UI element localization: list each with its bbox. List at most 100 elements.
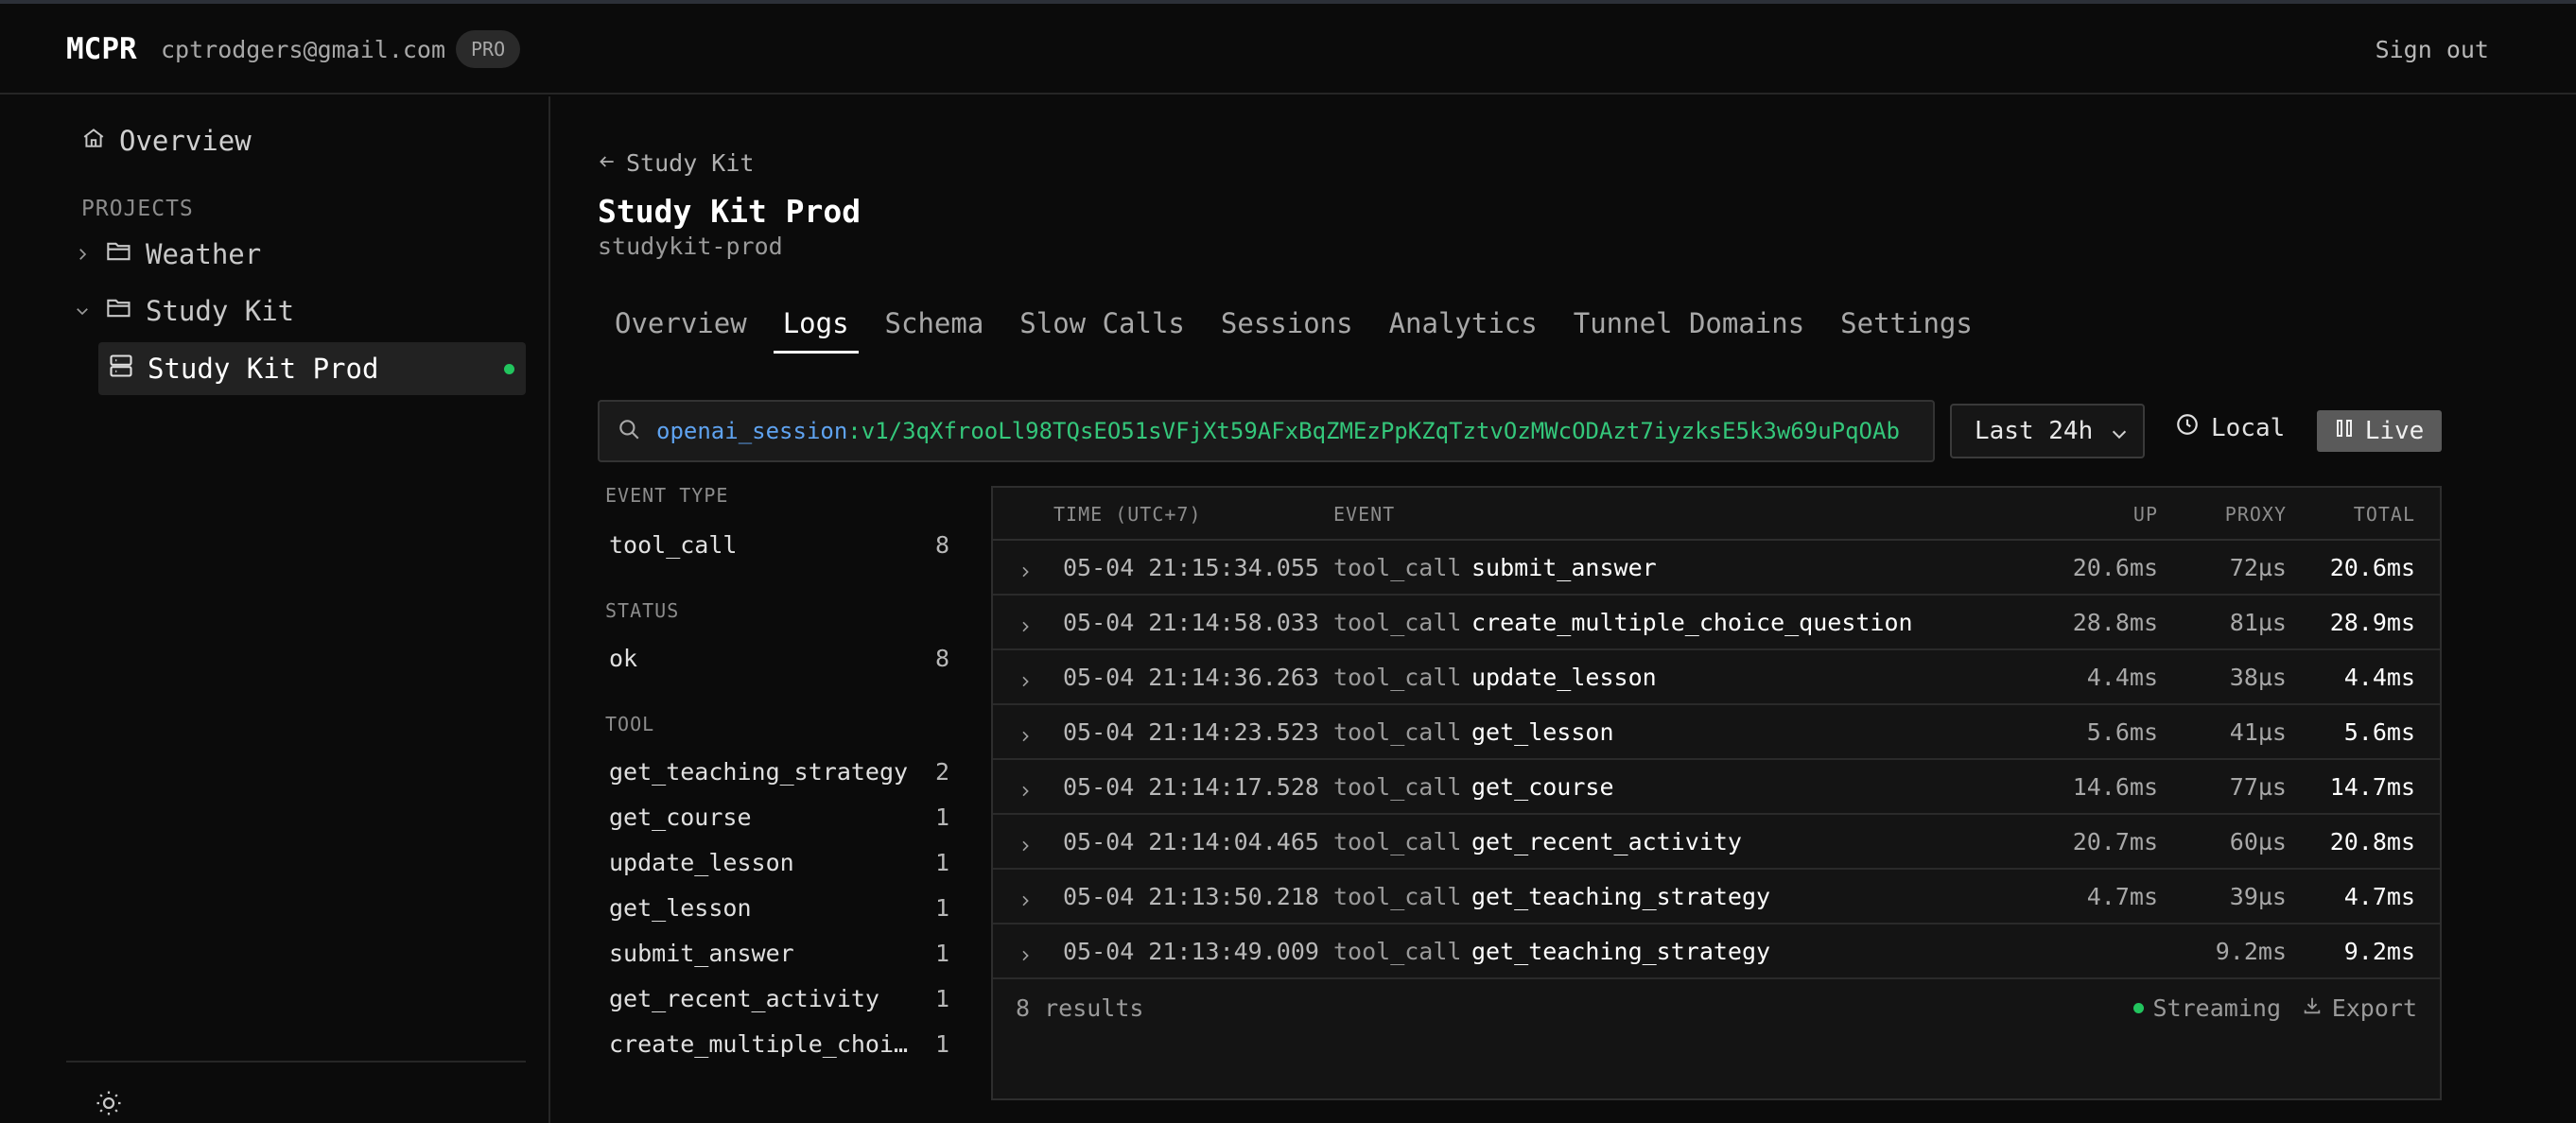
filter-option-tool[interactable]: get_course 1 [609, 803, 949, 831]
filter-option-status[interactable]: ok 8 [609, 645, 949, 672]
chevron-right-icon[interactable] [1018, 832, 1033, 859]
row-total: 5.6ms [2343, 718, 2415, 746]
filter-option-count: 8 [934, 531, 949, 559]
row-time: 05-04 21:14:17.528 [1063, 773, 1319, 801]
chevron-right-icon[interactable] [1018, 722, 1033, 750]
tab-overview[interactable]: Overview [598, 304, 764, 354]
chevron-down-icon[interactable] [72, 301, 93, 321]
tab-analytics[interactable]: Analytics [1372, 304, 1555, 354]
table-row[interactable]: 05-04 21:14:23.523 tool_call get_lesson … [993, 705, 2440, 760]
table-row[interactable]: 05-04 21:13:49.009 tool_call get_teachin… [993, 924, 2440, 979]
live-toggle-button[interactable]: Live [2317, 410, 2442, 452]
page-title: Study Kit Prod [598, 193, 862, 230]
filter-option-label: ok [609, 645, 638, 672]
live-label: Live [2364, 417, 2425, 445]
filter-heading-event-type: EVENT TYPE [605, 484, 729, 507]
row-total: 4.7ms [2343, 883, 2415, 910]
table-row[interactable]: 05-04 21:14:36.263 tool_call update_less… [993, 650, 2440, 705]
row-time: 05-04 21:15:34.055 [1063, 554, 1319, 581]
tab-slow-calls[interactable]: Slow Calls [1002, 304, 1202, 354]
row-up: 20.6ms [2072, 554, 2158, 581]
chevron-right-icon[interactable] [1018, 613, 1033, 640]
chevron-right-icon[interactable] [1018, 942, 1033, 969]
row-total: 20.6ms [2329, 554, 2415, 581]
chevron-right-icon[interactable] [1018, 667, 1033, 695]
chevron-right-icon[interactable] [1018, 558, 1033, 585]
download-icon [2302, 994, 2323, 1022]
sun-icon[interactable] [95, 1089, 123, 1121]
sign-out-button[interactable]: Sign out [2376, 36, 2489, 63]
sidebar-item-overview[interactable]: Overview [81, 125, 252, 157]
filter-option-tool[interactable]: update_lesson 1 [609, 849, 949, 876]
tab-sessions[interactable]: Sessions [1204, 304, 1370, 354]
filter-option-tool[interactable]: create_multiple_choic… 1 [609, 1030, 949, 1058]
row-event-name: create_multiple_choice_question [1471, 609, 1913, 636]
search-query: openai_session:v1/3qXfrooLl98TQsEO51sVFj… [656, 418, 1900, 444]
user-email: cptrodgers@gmail.com [161, 36, 446, 63]
timezone-label: Local [2211, 413, 2286, 442]
column-header-up[interactable]: UP [2133, 503, 2158, 526]
server-icon [108, 353, 134, 386]
sidebar-item-label: Overview [119, 125, 252, 157]
filter-option-label: get_recent_activity [609, 985, 879, 1012]
filter-option-count: 8 [934, 645, 949, 672]
table-row[interactable]: 05-04 21:14:58.033 tool_call create_mult… [993, 596, 2440, 650]
timezone-toggle[interactable]: Local [2175, 412, 2285, 443]
back-link-label: Study Kit [626, 149, 755, 177]
row-proxy: 38µs [2229, 664, 2287, 691]
tab-tunnel-domains[interactable]: Tunnel Domains [1557, 304, 1821, 354]
row-time: 05-04 21:14:23.523 [1063, 718, 1319, 746]
filter-option-count: 1 [934, 849, 949, 876]
filter-option-tool[interactable]: get_lesson 1 [609, 894, 949, 922]
sidebar-project-study-kit[interactable]: Study Kit [72, 295, 294, 327]
search-query-value: v1/3qXfrooLl98TQsEO51sVFjXt59AFxBqZMEzPp… [861, 418, 1900, 444]
table-header: TIME (UTC+7) EVENT UP PROXY TOTAL [993, 488, 2440, 541]
row-event-type: tool_call [1333, 828, 1462, 855]
row-event-name: get_recent_activity [1471, 828, 1742, 855]
sidebar-project-weather[interactable]: Weather [72, 238, 261, 270]
row-event-name: get_lesson [1471, 718, 1614, 746]
row-total: 20.8ms [2329, 828, 2415, 855]
brand-logo[interactable]: MCPR [66, 32, 137, 66]
row-up: 20.7ms [2072, 828, 2158, 855]
filter-option-event-type[interactable]: tool_call 8 [609, 531, 949, 559]
row-total: 9.2ms [2343, 938, 2415, 965]
filter-option-tool[interactable]: submit_answer 1 [609, 940, 949, 967]
export-button[interactable]: Export [2302, 994, 2417, 1022]
filter-heading-tool: TOOL [605, 713, 655, 735]
filter-option-tool[interactable]: get_teaching_strategy 2 [609, 758, 949, 786]
chevron-right-icon[interactable] [1018, 777, 1033, 804]
column-header-total[interactable]: TOTAL [2354, 503, 2415, 526]
logs-table: TIME (UTC+7) EVENT UP PROXY TOTAL 05-04 … [991, 486, 2442, 1100]
tab-settings[interactable]: Settings [1823, 304, 1990, 354]
table-row[interactable]: 05-04 21:14:17.528 tool_call get_course … [993, 760, 2440, 815]
table-row[interactable]: 05-04 21:14:04.465 tool_call get_recent_… [993, 815, 2440, 870]
search-input[interactable]: openai_session:v1/3qXfrooLl98TQsEO51sVFj… [598, 400, 1935, 462]
column-header-proxy[interactable]: PROXY [2225, 503, 2287, 526]
filter-option-label: get_teaching_strategy [609, 758, 909, 786]
filter-option-label: tool_call [609, 531, 738, 559]
row-event-type: tool_call [1333, 554, 1462, 581]
tab-logs[interactable]: Logs [766, 304, 866, 354]
row-event-name: update_lesson [1471, 664, 1657, 691]
table-row[interactable]: 05-04 21:13:50.218 tool_call get_teachin… [993, 870, 2440, 924]
table-row[interactable]: 05-04 21:15:34.055 tool_call submit_answ… [993, 541, 2440, 596]
row-proxy: 9.2ms [2215, 938, 2287, 965]
back-link[interactable]: Study Kit [598, 149, 754, 177]
tab-schema[interactable]: Schema [868, 304, 1001, 354]
chevron-down-icon [2109, 423, 2130, 451]
filter-heading-status: STATUS [605, 599, 680, 622]
row-proxy: 81µs [2229, 609, 2287, 636]
time-range-select[interactable]: Last 24h [1950, 404, 2145, 458]
sidebar-item-study-kit-prod[interactable]: Study Kit Prod [98, 342, 526, 395]
chevron-right-icon[interactable] [72, 244, 93, 265]
row-up: 5.6ms [2086, 718, 2158, 746]
filter-option-label: update_lesson [609, 849, 794, 876]
tab-bar: Overview Logs Schema Slow Calls Sessions… [598, 304, 1992, 354]
sidebar-item-label: Study Kit Prod [148, 353, 379, 385]
filter-option-tool[interactable]: get_recent_activity 1 [609, 985, 949, 1012]
sidebar: Overview PROJECTS Weather Study Kit Stud… [0, 96, 550, 1123]
chevron-right-icon[interactable] [1018, 887, 1033, 914]
column-header-event[interactable]: EVENT [1333, 503, 1395, 526]
column-header-time[interactable]: TIME (UTC+7) [1053, 503, 1202, 526]
